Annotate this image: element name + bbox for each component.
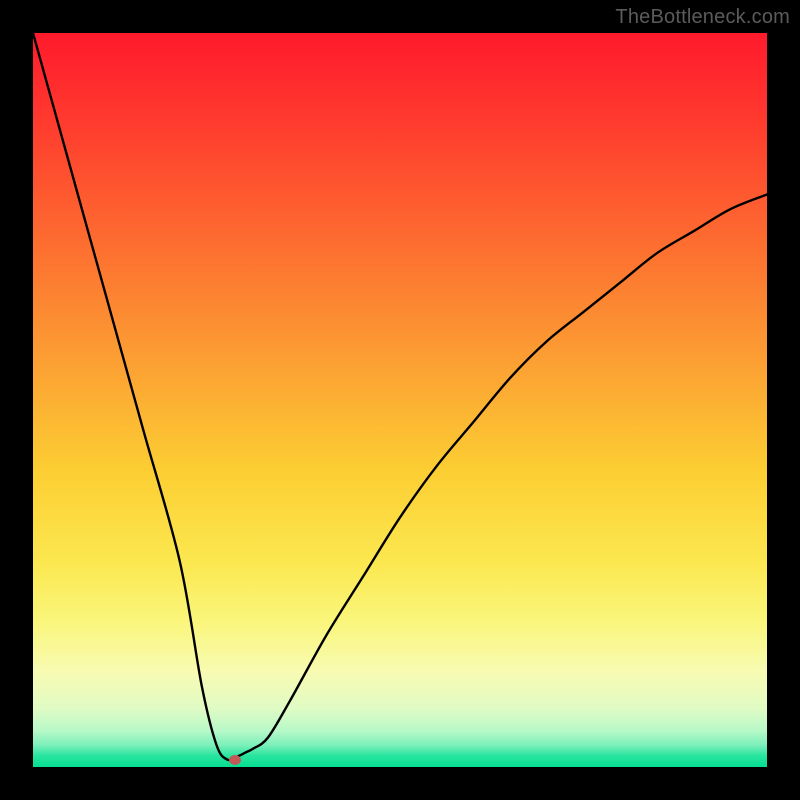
watermark-text: TheBottleneck.com bbox=[615, 6, 790, 29]
bottleneck-curve bbox=[33, 33, 767, 767]
chart-frame: TheBottleneck.com bbox=[0, 0, 800, 800]
plot-area bbox=[33, 33, 767, 767]
minimum-marker-dot bbox=[229, 755, 241, 765]
